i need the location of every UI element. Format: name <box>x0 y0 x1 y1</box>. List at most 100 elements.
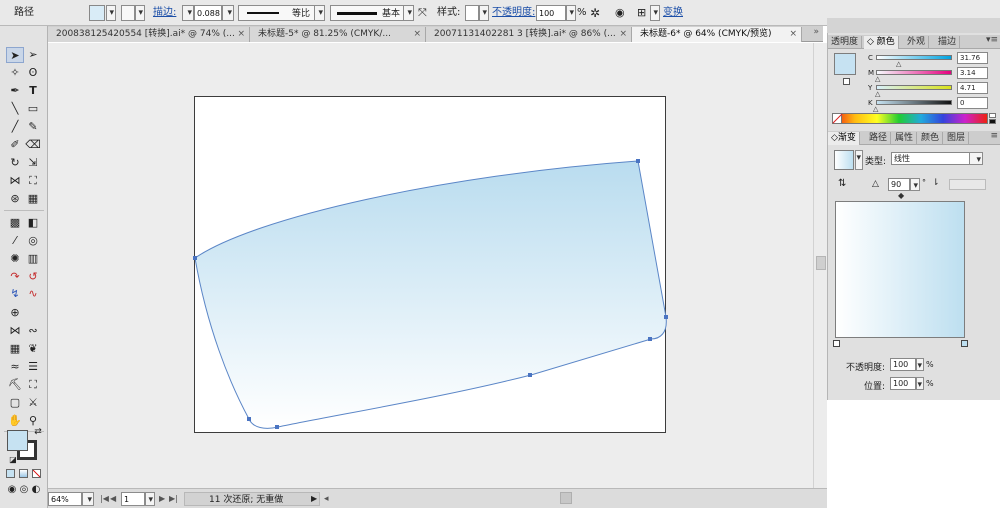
artboard[interactable] <box>193 96 668 433</box>
vertical-scrollbar[interactable] <box>813 43 827 488</box>
tab-color[interactable]: ◇ 颜色 <box>864 36 899 49</box>
anchor-point[interactable] <box>247 417 251 421</box>
anchor-point[interactable] <box>275 425 279 429</box>
none-color-icon[interactable] <box>832 113 843 124</box>
status-menu-icon[interactable]: ▶ <box>311 492 317 506</box>
color-stroke-preview[interactable] <box>843 78 850 85</box>
tab-appearance[interactable]: 外观 <box>904 36 930 49</box>
anchor-point[interactable] <box>193 256 197 260</box>
style-dropdown[interactable] <box>479 5 489 21</box>
line-tool-icon[interactable]: ╲ <box>6 101 24 117</box>
free-transform-icon[interactable]: ⛶ <box>24 173 42 189</box>
rotate-tool-icon[interactable]: ↻ <box>6 155 24 171</box>
slice-tool-icon[interactable]: ⚔ <box>24 395 42 411</box>
black-swatch[interactable] <box>989 119 996 124</box>
tab-color-2[interactable]: 颜色 <box>918 132 944 145</box>
width-tool-icon[interactable]: ⋈ <box>6 173 24 189</box>
white-swatch[interactable] <box>989 113 996 118</box>
black-value[interactable]: 0 <box>957 97 988 109</box>
slider-knob-icon[interactable]: △ <box>873 105 878 113</box>
stroke-swatch[interactable] <box>121 5 135 21</box>
anchor-point[interactable] <box>664 315 668 319</box>
color-fill-preview[interactable] <box>834 53 856 75</box>
blend-tool-icon[interactable]: ◎ <box>24 233 42 249</box>
artboard-dropdown[interactable] <box>145 492 155 507</box>
gradient-stop-end[interactable] <box>961 340 968 347</box>
yellow-slider[interactable] <box>876 85 952 90</box>
eraser-icon[interactable]: ⌫ <box>24 137 42 153</box>
panel-menu-icon[interactable]: ≡ <box>990 131 998 141</box>
pucker-tool-icon[interactable]: ❦ <box>24 341 42 357</box>
fill-color-box[interactable] <box>7 430 28 451</box>
scallop-tool-icon[interactable]: ≈ <box>6 359 24 375</box>
scroll-left-icon[interactable]: ◂ <box>324 492 329 506</box>
symbol-sprayer-icon[interactable]: ✺ <box>6 251 24 267</box>
magic-wand-icon[interactable]: ✧ <box>6 65 24 81</box>
document-tab[interactable]: 200838125420554 [转换].ai* @ 74% (... × <box>48 27 250 42</box>
hand-tool-icon[interactable]: ✋ <box>6 413 24 429</box>
paintbrush-icon[interactable]: ╱ <box>6 119 24 135</box>
close-icon[interactable]: × <box>789 27 797 42</box>
magenta-value[interactable]: 3.14 <box>957 67 988 79</box>
path-blue-icon[interactable]: ↯ <box>6 286 24 302</box>
type-tool-icon[interactable]: T <box>24 83 42 99</box>
slider-knob-icon[interactable]: △ <box>896 60 901 68</box>
tab-pathfinder[interactable]: 路径 <box>866 132 892 145</box>
tab-stroke[interactable]: 描边 <box>935 36 961 49</box>
gradient-stop-start[interactable] <box>833 340 840 347</box>
tab-layers[interactable]: 图层 <box>944 132 970 145</box>
vertical-scroll-thumb[interactable] <box>816 256 826 270</box>
live-paint-icon[interactable]: ⛏ <box>6 377 24 393</box>
last-artboard-icon[interactable]: ▶| <box>169 492 178 506</box>
tab-gradient[interactable]: ◇渐变 <box>828 132 860 145</box>
document-tab[interactable]: 未标题-5* @ 81.25% (CMYK/... × <box>250 27 426 42</box>
none-mode-icon[interactable] <box>32 469 41 478</box>
slider-knob-icon[interactable]: △ <box>875 75 880 83</box>
fill-dropdown[interactable] <box>106 5 116 21</box>
align-grid-icon[interactable]: ⊞ <box>637 5 646 21</box>
stroke-panel-link[interactable]: 描边: <box>153 5 176 21</box>
stroke-weight-field[interactable]: 0.088 <box>194 5 222 21</box>
panel-menu-icon[interactable]: ▾≡ <box>986 35 998 45</box>
align-stroke-icon[interactable]: ⤧ <box>418 5 427 21</box>
isolate-object-icon[interactable]: ◉ <box>615 5 625 21</box>
eyedropper-icon[interactable]: ⁄ <box>6 233 24 249</box>
horizontal-scroll-thumb[interactable] <box>560 492 572 504</box>
color-mode-icon[interactable] <box>6 469 15 478</box>
anchor-point[interactable] <box>648 337 652 341</box>
lasso-icon[interactable]: ʘ <box>24 65 42 81</box>
anchor-point[interactable] <box>528 373 532 377</box>
artboard-number-field[interactable]: 1 <box>121 492 145 506</box>
previous-artboard-icon[interactable]: ◀ <box>110 492 116 506</box>
shape-builder-icon[interactable]: ⊛ <box>6 191 24 207</box>
slider-knob-icon[interactable]: △ <box>875 90 880 98</box>
brush-definition-select[interactable]: 基本 <box>330 5 414 21</box>
variable-width-profile-select[interactable]: 等比 <box>238 5 324 21</box>
artboard-tool-icon[interactable]: ▢ <box>6 395 24 411</box>
fill-swatch[interactable] <box>89 5 105 21</box>
grid-tool-icon[interactable]: ▦ <box>6 341 24 357</box>
graphic-style-swatch[interactable] <box>465 5 479 21</box>
gradient-preview-swatch[interactable] <box>834 150 854 170</box>
cyan-value[interactable]: 31.76 <box>957 52 988 64</box>
artboard-tool-red-icon[interactable]: ↷ <box>6 269 24 285</box>
gradient-ramp[interactable] <box>835 201 965 338</box>
rectangle-tool-icon[interactable]: ▭ <box>24 101 42 117</box>
mesh-tool-icon[interactable]: ▩ <box>6 215 24 231</box>
stroke-dropdown[interactable] <box>135 5 145 21</box>
pencil-icon[interactable]: ✎ <box>24 119 42 135</box>
first-artboard-icon[interactable]: |◀ <box>100 492 109 506</box>
next-artboard-icon[interactable]: ▶ <box>159 492 165 506</box>
anchor-point[interactable] <box>636 159 640 163</box>
swap-fill-stroke-icon[interactable]: ⇄ <box>29 424 47 440</box>
brush-dropdown[interactable] <box>403 5 414 21</box>
document-tab[interactable]: 20071131402281 3 [转换].ai* @ 86% (... × <box>426 27 632 42</box>
profile-dropdown[interactable] <box>314 5 325 21</box>
column-graph-icon[interactable]: ▥ <box>24 251 42 267</box>
zoom-field[interactable]: 64% <box>48 492 82 506</box>
stop-location-field[interactable]: 100 <box>890 377 916 390</box>
stop-opacity-dropdown[interactable] <box>916 358 924 373</box>
transform-link[interactable]: 变换 <box>663 5 683 21</box>
selection-tool-icon[interactable]: ➤ <box>6 47 24 63</box>
black-slider[interactable] <box>876 100 952 105</box>
